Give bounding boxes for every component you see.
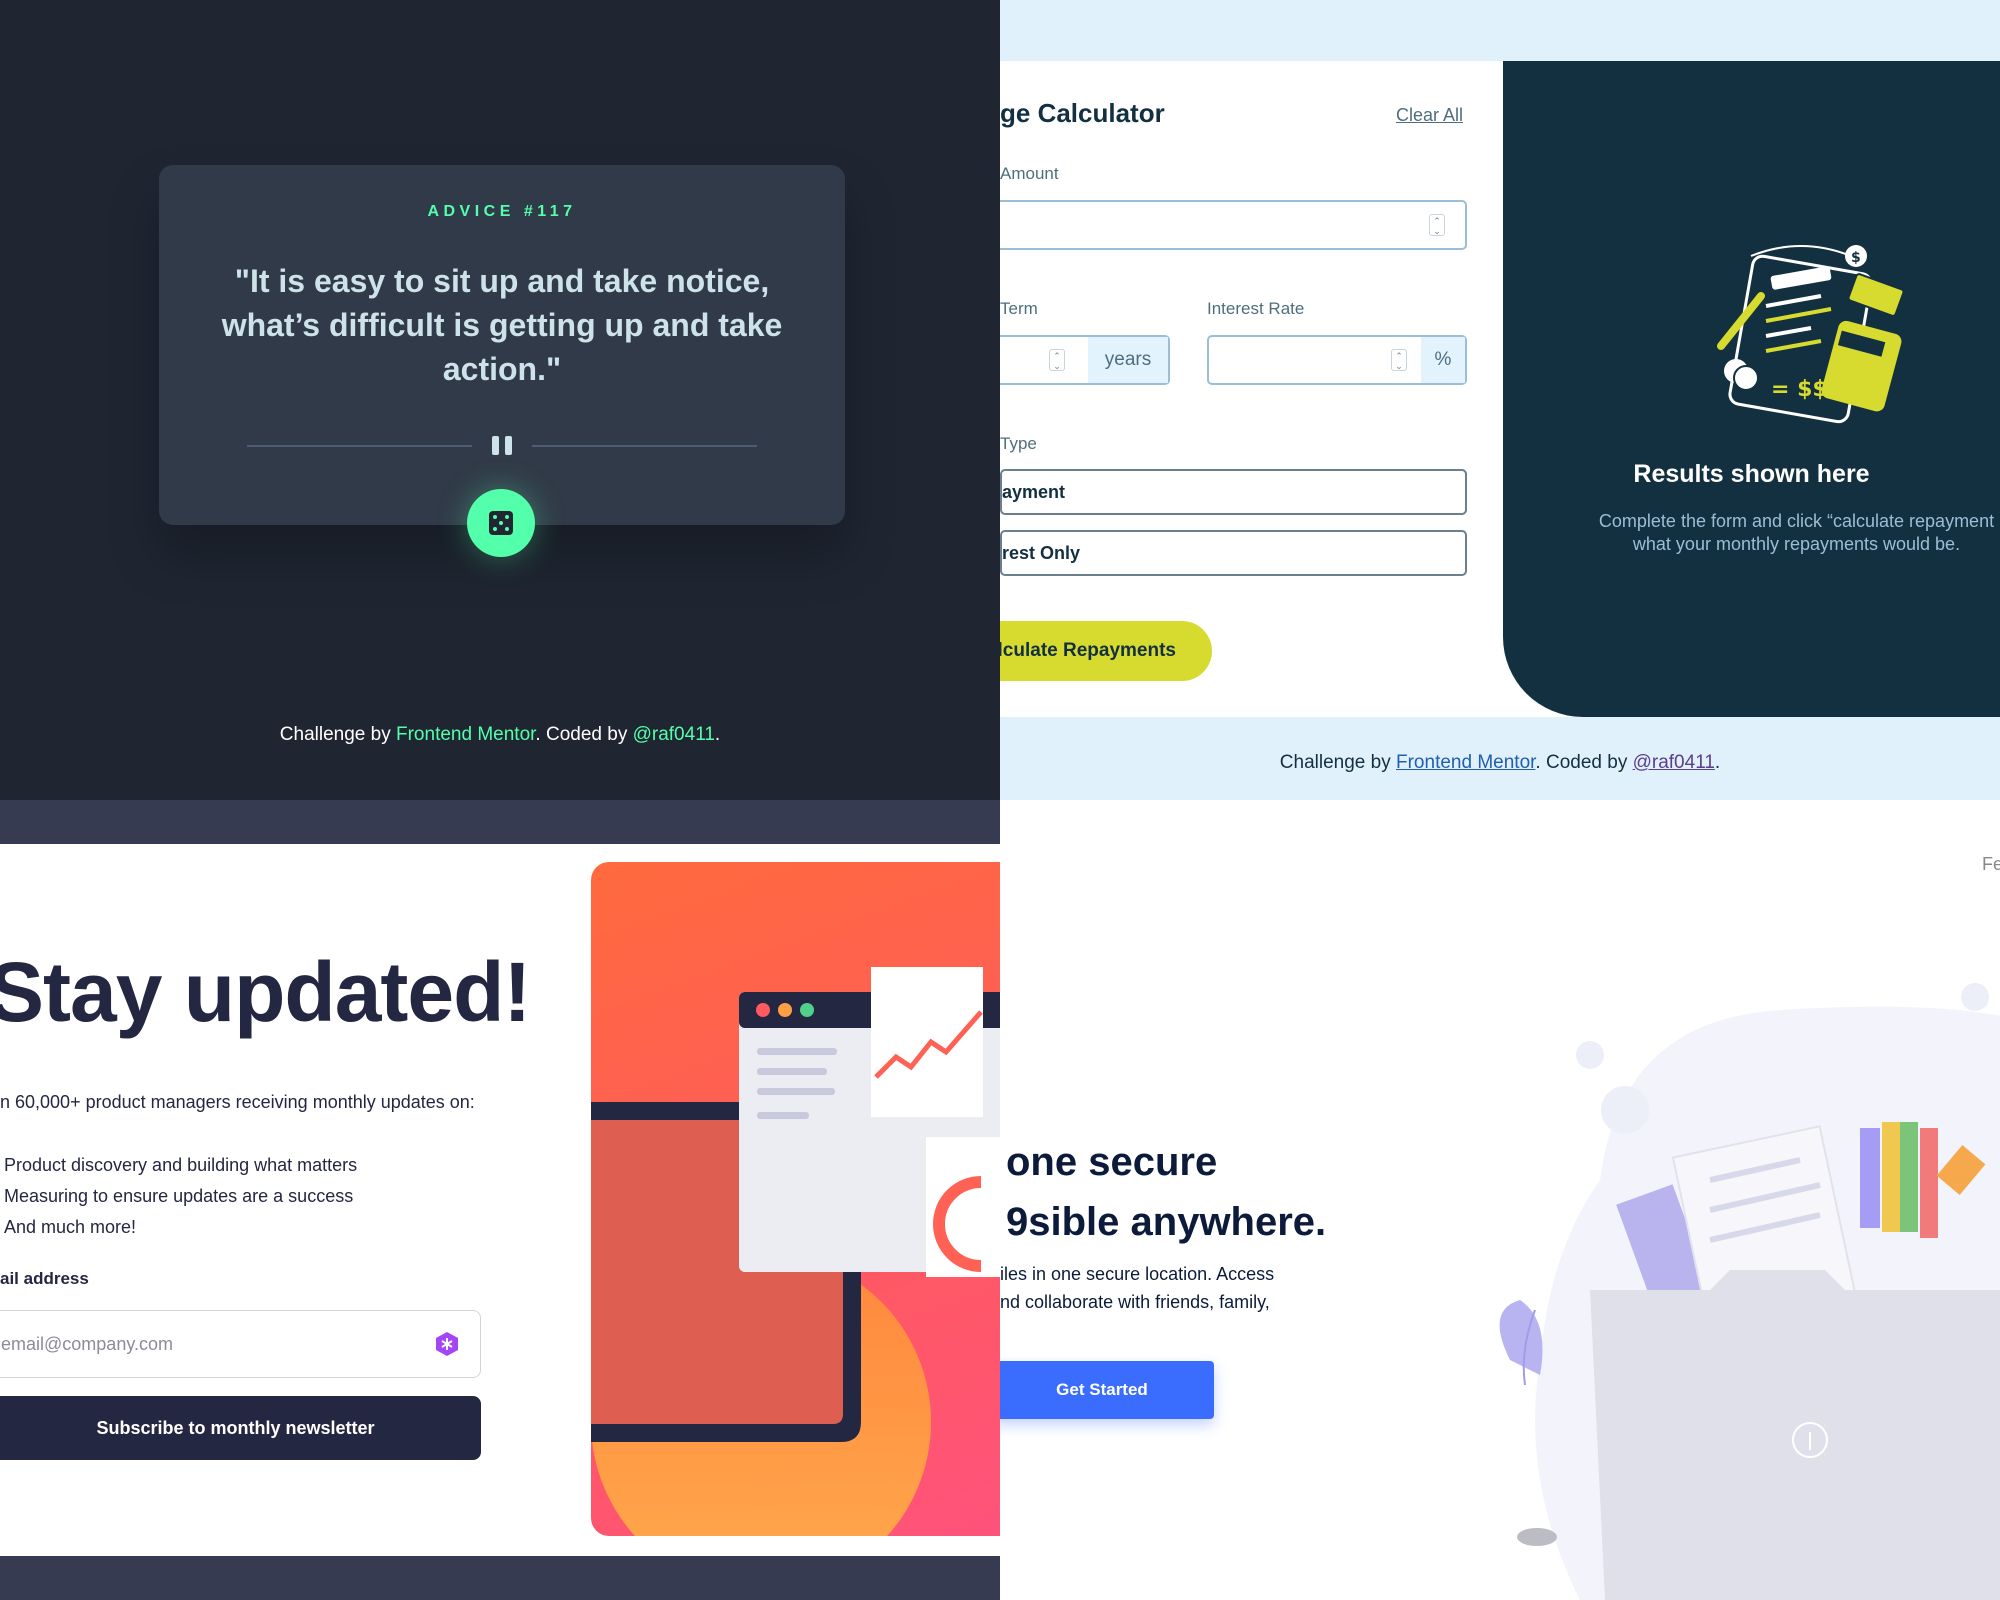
attribution: Challenge by Frontend Mentor. Coded by @… (1000, 752, 2000, 774)
mortgage-type-label: Type (1000, 434, 1037, 453)
newsletter-illustration (591, 862, 1000, 1536)
nav-link-features[interactable]: Fe (1982, 854, 2000, 875)
fylo-landing-panel: Fe one secure 9sible anywhere. iles in o… (1000, 800, 2000, 1600)
get-started-label: Get Started (1056, 1380, 1148, 1399)
advice-generator-panel: ADVICE #117 "It is easy to sit up and ta… (0, 0, 1000, 800)
results-title: Results shown here (1633, 460, 1870, 488)
amount-spinner-icon[interactable]: ⌃ ⌄ (1429, 214, 1445, 236)
section-strip (0, 1556, 1000, 1600)
file-folder-illustration-icon (1499, 983, 2000, 1600)
results-text-line2: what your monthly repayments would be. (1632, 534, 1961, 554)
section-strip (0, 800, 1000, 844)
radio-repayment[interactable]: ayment (1000, 469, 1467, 515)
mortgage-calculator-panel: ge Calculator Clear All Amount ⌃ ⌄ Term ⌃… (1000, 0, 2000, 800)
advice-card: ADVICE #117 "It is easy to sit up and ta… (159, 165, 845, 525)
attribution-suffix: . (714, 724, 721, 745)
subscribe-button[interactable]: Subscribe to monthly newsletter (0, 1396, 481, 1460)
calculate-label: lculate Repayments (1000, 640, 1176, 661)
amount-label: Amount (1000, 164, 1059, 183)
calculator-form: ge Calculator Clear All Amount ⌃ ⌄ Term ⌃… (1000, 61, 1502, 717)
calculator-illustration-icon: = $$$ $ (1717, 245, 1905, 424)
email-field[interactable]: email@company.com (0, 1310, 481, 1378)
rate-spinner-icon[interactable]: ⌃ ⌄ (1391, 349, 1407, 371)
amount-input[interactable]: ⌃ ⌄ (1000, 200, 1467, 250)
attribution-middle: . Coded by (1535, 752, 1633, 773)
interest-rate-input[interactable]: ⌃ ⌄ % (1207, 335, 1467, 385)
list-item: Measuring to ensure updates are a succes… (4, 1186, 354, 1206)
results-text: Complete the form and click “calculate r… (1553, 510, 2000, 556)
newsletter-title: Stay updated! (0, 945, 531, 1039)
attribution-suffix: . (1714, 752, 1721, 773)
rate-unit: % (1421, 337, 1465, 383)
divider-line-right (532, 445, 757, 447)
term-input[interactable]: ⌃ ⌄ years (1000, 335, 1170, 385)
advice-id: ADVICE #117 (427, 203, 577, 220)
email-label: ail address (0, 1269, 89, 1288)
generate-advice-button[interactable] (467, 489, 535, 557)
attribution: Challenge by Frontend Mentor. Coded by @… (0, 724, 1000, 746)
hero-headline: one secure 9sible anywhere. (1006, 1132, 1326, 1252)
subscribe-label: Subscribe to monthly newsletter (96, 1418, 375, 1438)
hero-headline-line1: one secure (1006, 1140, 1218, 1184)
hero-headline-line2: 9sible anywhere. (1006, 1200, 1327, 1244)
frontend-mentor-link[interactable]: Frontend Mentor (396, 724, 535, 745)
frontend-mentor-link[interactable]: Frontend Mentor (1396, 752, 1535, 773)
dice-icon (489, 511, 513, 535)
newsletter-subtitle: n 60,000+ product managers receiving mon… (0, 1092, 475, 1112)
svg-text:$: $ (1851, 250, 1861, 266)
pattern-divider (247, 436, 757, 456)
pause-icon (490, 436, 514, 456)
hero-description-line2: nd collaborate with friends, family, (1000, 1292, 1270, 1312)
clear-all-link[interactable]: Clear All (1396, 105, 1463, 126)
benefit-list: Product discovery and building what matt… (4, 1150, 357, 1243)
calculator-card: ge Calculator Clear All Amount ⌃ ⌄ Term ⌃… (1000, 61, 2000, 717)
calculate-repayments-button[interactable]: lculate Repayments (1000, 621, 1212, 681)
author-link[interactable]: @raf0411 (1633, 752, 1715, 773)
results-panel: = $$$ $ Results shown here Complete the … (1503, 61, 2000, 717)
newsletter-panel: Stay updated! n 60,000+ product managers… (0, 844, 1000, 1556)
interest-rate-label: Interest Rate (1207, 299, 1305, 318)
attribution-middle: . Coded by (535, 724, 633, 745)
attribution-prefix: Challenge by (279, 724, 396, 745)
divider-line-left (247, 445, 472, 447)
attribution-prefix: Challenge by (1279, 752, 1396, 773)
list-item: And much more! (4, 1217, 137, 1237)
term-label: Term (1000, 299, 1038, 318)
get-started-button[interactable]: Get Started (1000, 1361, 1214, 1419)
author-link[interactable]: @raf0411 (633, 724, 715, 745)
calculator-title: ge Calculator (1000, 98, 1165, 128)
radio-interest-only[interactable]: rest Only (1000, 530, 1467, 576)
term-spinner-icon[interactable]: ⌃ ⌄ (1049, 349, 1065, 371)
hero-description: iles in one secure location. Access nd c… (1000, 1260, 1274, 1316)
email-placeholder: email@company.com (1, 1334, 173, 1354)
results-text-line1: Complete the form and click “calculate r… (1598, 511, 1995, 531)
extension-icon[interactable] (434, 1331, 460, 1357)
advice-quote: "It is easy to sit up and take notice, w… (221, 263, 783, 387)
hero-description-line1: iles in one secure location. Access (1000, 1264, 1275, 1284)
list-item: Product discovery and building what matt… (4, 1155, 358, 1175)
dashboard-illustration-icon (591, 967, 1000, 1536)
term-unit: years (1088, 337, 1168, 383)
